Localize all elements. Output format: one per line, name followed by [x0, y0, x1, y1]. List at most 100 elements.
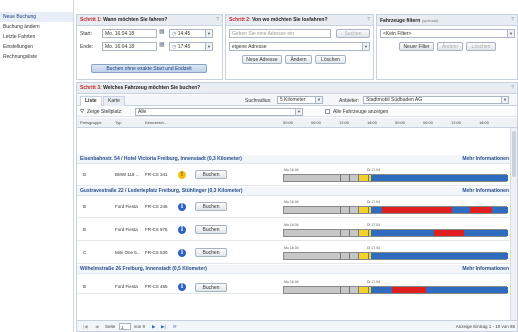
vehicle-plate: FR-CS 341 [145, 172, 168, 177]
vehicle-row: C Mini One 5... FR-CS 530 i Buchen Mo 16… [77, 242, 517, 264]
pager-summary: Anzeige Eintrag 1 - 10 von 88 [455, 324, 515, 329]
sidebar-item-einstellungen[interactable]: Einstellungen [0, 42, 73, 52]
change-address-button[interactable]: Ändern [285, 55, 312, 64]
col-typ[interactable]: Typ [115, 118, 121, 128]
step1-number: Schritt 1: [80, 17, 102, 23]
chevron-down-icon[interactable]: ▼ [295, 109, 302, 115]
delete-filter-button[interactable]: Löschen [466, 42, 496, 51]
sidebar-item-buchung-aendern[interactable]: Buchung ändern [0, 22, 73, 32]
start-time-value: 14:45 [177, 31, 191, 37]
step1-panel: Schritt 1: Wann möchten Sie fahren? ? St… [76, 14, 223, 80]
sidebar-item-letzte-fahrten[interactable]: Letzte Fahrten [0, 32, 73, 42]
first-page-icon[interactable]: |◀ [83, 321, 88, 331]
more-info-link[interactable]: Mehr Informationen [462, 155, 509, 164]
availability-timeline[interactable]: Mo 16.04 Di 17.04 [283, 167, 508, 183]
calendar-icon[interactable]: ▦ [159, 41, 165, 50]
calendar-icon[interactable]: ▦ [159, 28, 165, 37]
price-group: B [83, 227, 87, 232]
results-scrollbar[interactable] [510, 128, 517, 320]
last-page-icon[interactable]: ▶| [161, 321, 166, 331]
book-button[interactable]: Buchen [195, 225, 227, 234]
change-filter-button[interactable]: Ändern [437, 42, 463, 51]
step3-help-icon[interactable]: ? [511, 83, 514, 93]
step2-help-icon[interactable]: ? [367, 15, 370, 25]
vehicle-type: BMW 118 ... [115, 172, 140, 177]
book-button[interactable]: Buchen [195, 170, 227, 179]
provider-select[interactable]: Stadtmobil Südbaden AG ▼ [363, 96, 509, 104]
step3-header: Schritt 3: Welches Fahrzeug möchten Sie … [77, 83, 517, 94]
vehicle-type: Ford Fiesta [115, 284, 138, 289]
tab-liste[interactable]: Liste [80, 96, 102, 106]
delete-address-button[interactable]: Löschen [315, 55, 346, 64]
warning-icon[interactable]: ! [178, 171, 186, 179]
prev-page-icon[interactable]: ◀ [95, 321, 98, 331]
sidebar-item-neue-buchung[interactable]: Neue Buchung [0, 12, 73, 22]
next-page-icon[interactable]: ▶ [152, 321, 155, 331]
filter-optional-label: (optional) [421, 18, 439, 23]
step1-title: Wann möchten Sie fahren? [103, 17, 168, 23]
price-group: C [83, 250, 87, 255]
location-group-row[interactable]: Gustravestraße 22 / Lederlepfatz Freibur… [77, 187, 517, 196]
day-label: Mo 16.04 [284, 246, 299, 250]
chevron-down-icon[interactable]: ▼ [362, 43, 369, 50]
scrollbar-thumb[interactable] [512, 131, 516, 177]
book-button[interactable]: Buchen [195, 248, 227, 257]
day-label: Di 17.04 [367, 280, 381, 284]
info-icon[interactable]: i [178, 249, 186, 257]
location-group-row[interactable]: Wilhelmstraße 26 Freiburg, Innenstadt (0… [77, 265, 517, 274]
address-select[interactable]: eigene Adresse ▼ [229, 42, 370, 51]
chevron-down-icon[interactable]: ▼ [315, 97, 322, 103]
new-filter-button[interactable]: Neuer Filter [399, 42, 434, 51]
availability-timeline[interactable]: Mo 16.04 Di 17.04 [283, 279, 508, 295]
all-vehicles-checkbox[interactable] [325, 107, 330, 117]
col-hour-4: 00:00 [395, 120, 406, 125]
availability-timeline[interactable]: Mo 16.04 Di 17.04 [283, 245, 508, 261]
col-hour-0: 00:00 [283, 120, 294, 125]
page-number-input[interactable]: 1 [119, 323, 131, 330]
col-kennzeichen[interactable]: Kennzeich... [145, 118, 167, 128]
end-date-field[interactable]: Mo. 16.04.18 [102, 42, 157, 51]
filter-select[interactable]: <Kein Filter> ▼ [380, 29, 515, 38]
sidebar-item-rechnungsliste[interactable]: Rechnungsliste [0, 52, 73, 62]
new-address-button[interactable]: Neue Adresse [242, 55, 282, 64]
day-label: Di 17.04 [367, 246, 381, 250]
vehicle-plate: FR-CS 975 [145, 227, 168, 232]
chevron-down-icon[interactable]: ▼ [507, 30, 514, 37]
book-without-exact-time-button[interactable]: Buchen ohne exakte Start und Endzeit [91, 64, 207, 73]
col-preisgruppe[interactable]: Preisgruppe [80, 118, 102, 128]
info-icon[interactable]: i [178, 203, 186, 211]
price-group: B [83, 284, 87, 289]
col-hour-6: 12:00 [451, 120, 462, 125]
info-icon[interactable]: i [178, 283, 186, 291]
main-content: Schritt 1: Wann möchten Sie fahren? ? St… [76, 0, 518, 332]
address-search-input[interactable]: Geben Sie eine Adresse ein [229, 29, 331, 38]
start-date-field[interactable]: Mo. 16.04.18 [102, 29, 157, 38]
refresh-icon[interactable]: ⟳ [173, 321, 177, 331]
chevron-down-icon[interactable]: ▼ [501, 97, 508, 103]
book-button[interactable]: Buchen [195, 202, 227, 211]
vehicle-row: B Ford Fiesta FR-CS 485 i Buchen Mo 16.0… [77, 274, 517, 294]
more-info-link[interactable]: Mehr Informationen [462, 187, 509, 196]
sidebar-nav: Neue Buchung Buchung ändern Letzte Fahrt… [0, 0, 74, 332]
timeline-bar [283, 206, 508, 214]
location-group-row[interactable]: Eisenbahnstr. 54 / Hotel Victoria Freibu… [77, 155, 517, 164]
filter-title: Fahrzeuge filtern [380, 18, 421, 24]
info-icon[interactable]: i [178, 226, 186, 234]
radius-select[interactable]: 5 Kilometer ▼ [277, 96, 323, 104]
tab-karte[interactable]: Karte [103, 96, 125, 106]
availability-timeline[interactable]: Mo 16.04 Di 17.04 [283, 222, 508, 238]
more-info-link[interactable]: Mehr Informationen [462, 265, 509, 274]
chevron-down-icon[interactable]: ▼ [205, 30, 212, 37]
end-date-value: Mo. 16.04.18 [105, 44, 135, 50]
step1-help-icon[interactable]: ? [216, 15, 219, 25]
funnel-icon: ⛛ [80, 109, 85, 115]
chevron-down-icon[interactable]: ▼ [205, 43, 212, 50]
address-search-button[interactable]: Suchen [336, 29, 370, 38]
location-select[interactable]: Alle ▼ [135, 108, 303, 116]
book-button[interactable]: Buchen [195, 283, 227, 292]
availability-timeline[interactable]: Mo 16.04 Di 17.04 [283, 199, 508, 215]
step3-title: Welches Fahrzeug möchten Sie buchen? [103, 85, 201, 91]
start-time-field[interactable]: ◷ 14:45 ▼ [169, 29, 213, 38]
filter-help-icon[interactable]: ? [511, 15, 514, 25]
end-time-field[interactable]: ◷ 17:45 ▼ [169, 42, 213, 51]
